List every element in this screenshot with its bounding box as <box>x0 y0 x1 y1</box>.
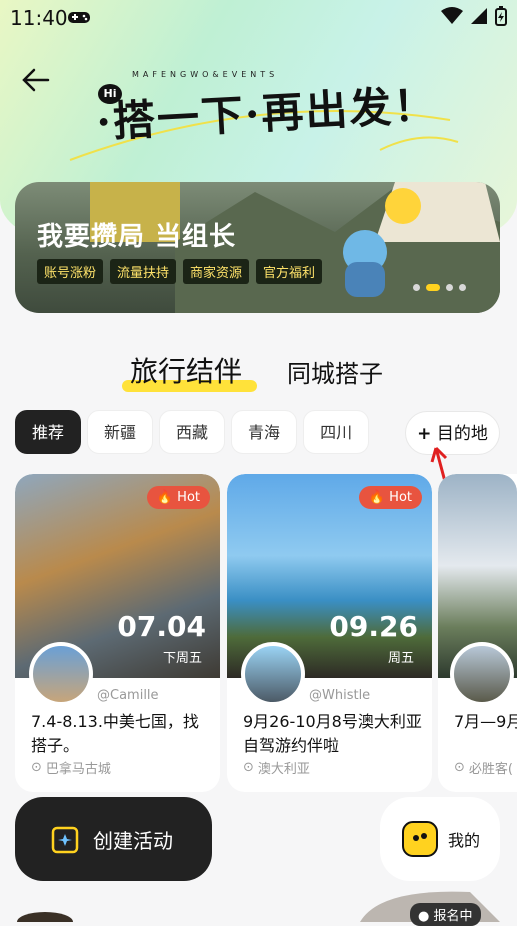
chip-recommended[interactable]: 推荐 <box>15 410 82 454</box>
avatar[interactable] <box>450 642 514 706</box>
companion-card[interactable]: 🔥 Hot 07.04 下周五 @Camille 7.4-8.13.中美七国，找… <box>15 474 220 792</box>
tab-label: 旅行结伴 <box>130 355 243 388</box>
status-time: 11:40 <box>10 6 68 30</box>
filter-chips: 推荐 新疆 西藏 青海 四川 <box>15 410 370 454</box>
chip-xinjiang[interactable]: 新疆 <box>87 410 154 454</box>
tab-travel-companion[interactable]: 旅行结伴 <box>122 350 257 392</box>
gamepad-icon <box>68 12 90 23</box>
location-pin-icon: ⊙ <box>31 760 42 775</box>
card-title: 9月26-10月8号澳大利亚自驾游约伴啦 <box>243 712 422 755</box>
card-weekday: 周五 <box>387 651 414 666</box>
chip-qinghai[interactable]: 青海 <box>231 410 298 454</box>
banner-tag: 流量扶持 <box>110 259 177 284</box>
card-title: 7月—9月 <box>454 712 517 731</box>
signal-icon <box>471 8 487 24</box>
mascot-icon <box>402 821 438 857</box>
location-label: 澳大利亚 <box>257 762 310 777</box>
location-label: 巴拿马古城 <box>45 762 111 777</box>
card-location: ⊙ 巴拿马古城 <box>31 758 111 777</box>
avatar[interactable] <box>241 642 305 706</box>
logo-subtitle: MAFENGWO&EVENTS <box>132 70 279 79</box>
logo-hi-badge: Hi <box>98 84 122 104</box>
card-location: ⊙ 必胜客( <box>454 758 513 777</box>
my-label: 我的 <box>448 831 481 850</box>
card-date: 07.04 <box>117 610 206 643</box>
banner-tag: 账号涨粉 <box>37 259 104 284</box>
banner-tag: 商家资源 <box>183 259 250 284</box>
card-location: ⊙ 澳大利亚 <box>243 758 310 777</box>
promo-banner[interactable]: 我要攒局 当组长 账号涨粉 流量扶持 商家资源 官方福利 <box>15 182 500 313</box>
carousel-dot <box>413 284 420 291</box>
battery-icon <box>495 6 507 26</box>
location-pin-icon: ⊙ <box>454 760 465 775</box>
banner-tag: 官方福利 <box>256 259 323 284</box>
create-activity-button[interactable]: 创建活动 <box>15 797 212 881</box>
card-handle: @Camille <box>97 688 159 703</box>
card-handle: @Whistle <box>309 688 371 703</box>
avatar[interactable] <box>29 642 93 706</box>
hot-badge: 🔥 Hot <box>358 486 422 509</box>
carousel-dot-active <box>426 284 440 291</box>
hot-label: Hot <box>389 490 412 505</box>
chip-sichuan[interactable]: 四川 <box>303 410 370 454</box>
carousel-dots <box>413 284 466 291</box>
carousel-dot <box>446 284 453 291</box>
hot-badge: 🔥 Hot <box>146 486 210 509</box>
my-button[interactable]: 我的 <box>380 797 500 881</box>
banner-title: 我要攒局 当组长 <box>37 222 237 252</box>
hot-label: Hot <box>177 490 200 505</box>
create-event-icon <box>51 826 79 854</box>
companion-card[interactable]: 7月—9月 ⊙ 必胜客( <box>438 474 517 792</box>
card-weekday: 下周五 <box>162 651 202 666</box>
companion-card[interactable]: 🔥 Hot 09.26 周五 @Whistle 9月26-10月8号澳大利亚自驾… <box>227 474 432 792</box>
location-pin-icon: ⊙ <box>243 760 254 775</box>
create-label: 创建活动 <box>93 828 173 853</box>
carousel-dot <box>459 284 466 291</box>
registration-badge: ● 报名中 <box>410 903 481 926</box>
tab-local-buddy[interactable]: 同城搭子 <box>287 354 383 389</box>
wifi-icon <box>441 7 463 24</box>
chip-tibet[interactable]: 西藏 <box>159 410 226 454</box>
card-title: 7.4-8.13.中美七国，找搭子。 <box>31 712 199 755</box>
location-label: 必胜客( <box>468 762 513 777</box>
status-bar: 11:40 <box>0 0 517 36</box>
card-date: 09.26 <box>329 610 418 643</box>
back-arrow-icon[interactable] <box>20 64 52 96</box>
